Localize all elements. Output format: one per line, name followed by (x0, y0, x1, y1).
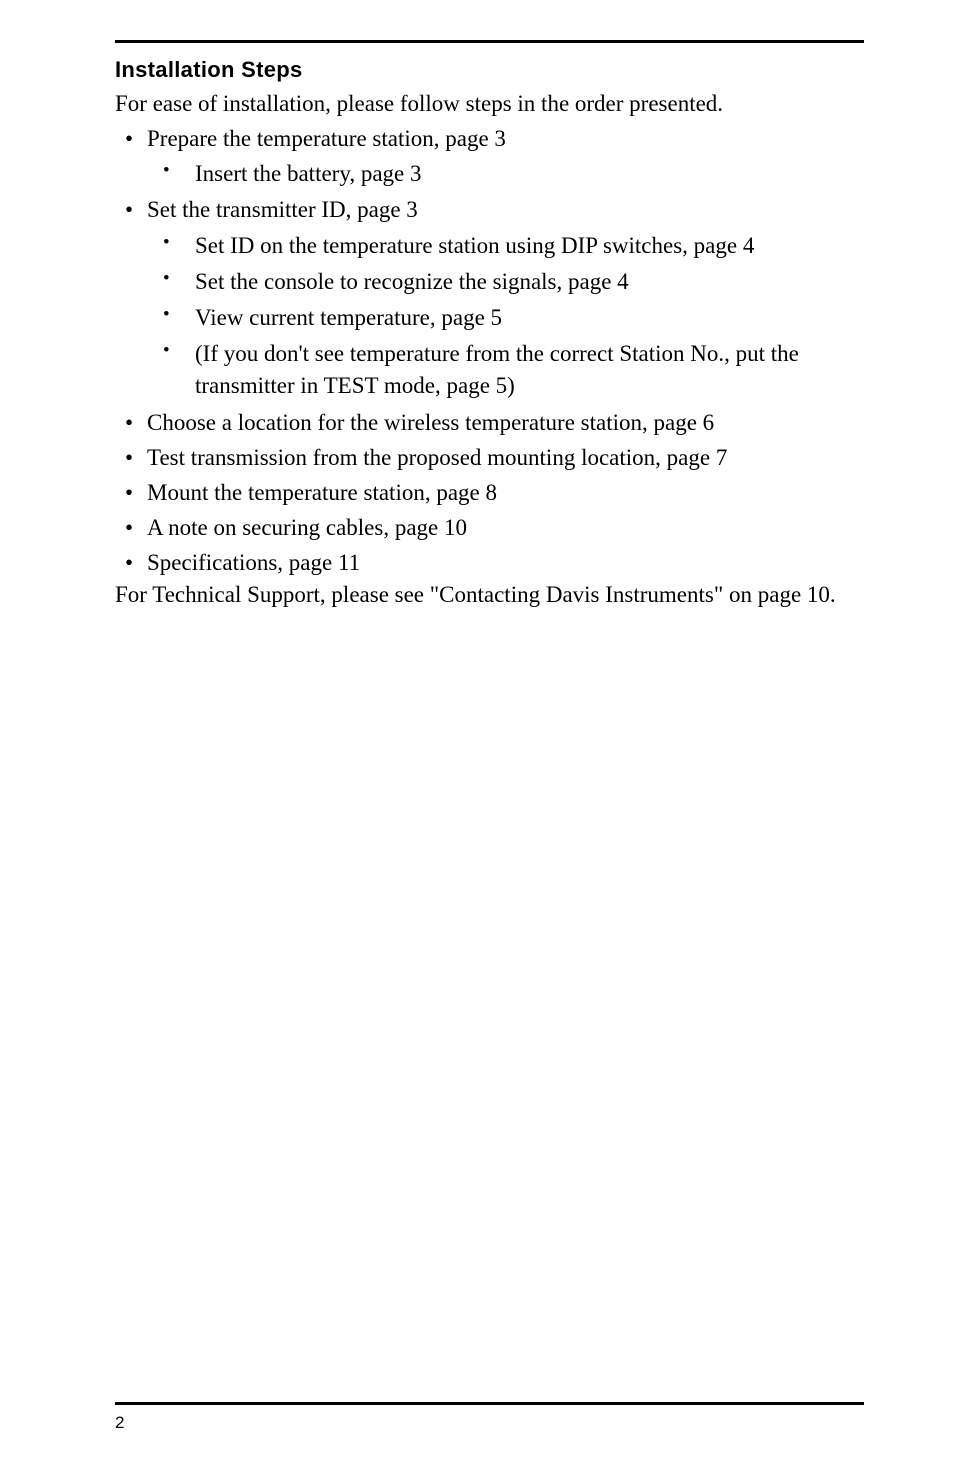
list-item: Set the console to recognize the signals… (147, 266, 864, 298)
top-rule (115, 40, 864, 43)
list-item: View current temperature, page 5 (147, 302, 864, 334)
list-item: Prepare the temperature station, page 3 … (115, 123, 864, 190)
sublist: Set ID on the temperature station using … (147, 230, 864, 403)
list-item: Specifications, page 11 (115, 547, 864, 579)
list-item: Insert the battery, page 3 (147, 158, 864, 190)
list-item: Set the transmitter ID, page 3 Set ID on… (115, 194, 864, 402)
section-heading: Installation Steps (115, 57, 864, 83)
page-number: 2 (115, 1413, 864, 1433)
list-item: (If you don't see temperature from the c… (147, 338, 864, 402)
bottom-rule (115, 1402, 864, 1405)
install-steps-list: Prepare the temperature station, page 3 … (115, 123, 864, 579)
list-item-text: Set the transmitter ID, page 3 (147, 197, 418, 222)
list-item: Set ID on the temperature station using … (147, 230, 864, 262)
list-item: Test transmission from the proposed moun… (115, 442, 864, 474)
sublist: Insert the battery, page 3 (147, 158, 864, 190)
outro-text: For Technical Support, please see "Conta… (115, 582, 864, 608)
list-item: Mount the temperature station, page 8 (115, 477, 864, 509)
intro-text: For ease of installation, please follow … (115, 91, 864, 117)
page-footer: 2 (115, 1402, 864, 1433)
list-item-text: Prepare the temperature station, page 3 (147, 126, 506, 151)
list-item: A note on securing cables, page 10 (115, 512, 864, 544)
list-item: Choose a location for the wireless tempe… (115, 407, 864, 439)
